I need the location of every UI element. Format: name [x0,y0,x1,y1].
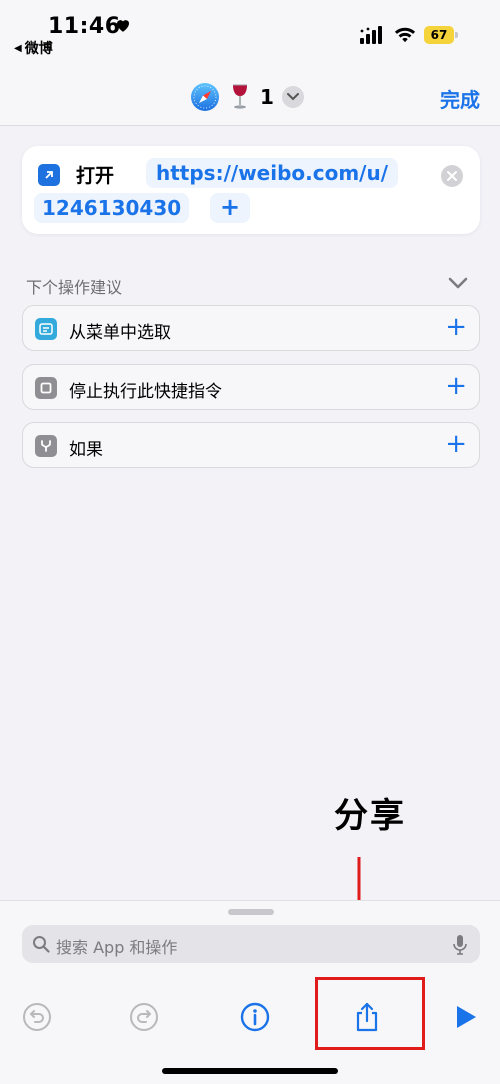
home-indicator [162,1068,338,1074]
safari-icon [191,83,219,111]
suggestion-choose-from-menu[interactable]: 从菜单中选取 + [22,305,480,351]
shortcut-title-menu[interactable]: 1 [190,82,304,112]
microphone-icon[interactable] [452,934,468,956]
status-bar: 11:46 ◀ 微博 67 [0,0,500,60]
suggestion-label: 从菜单中选取 [69,323,171,343]
wine-glass-icon [233,84,247,109]
info-button[interactable] [238,1000,272,1034]
annotation-share-label: 分享 [334,796,406,836]
undo-button[interactable] [20,1000,54,1034]
open-url-action-card: 打开 https://weibo.com/u/ 1246130430 + [22,146,480,234]
done-button[interactable]: 完成 [440,84,480,113]
open-url-icon [38,164,60,186]
suggestion-label: 停止执行此快捷指令 [69,382,222,402]
url-token-line1[interactable]: https://weibo.com/u/ [146,158,399,188]
url-token-line2[interactable]: 1246130430 [34,193,190,223]
back-to-app[interactable]: ◀ 微博 [14,38,53,58]
redo-icon [130,1003,158,1031]
search-icon [33,936,50,953]
sheet-grabber[interactable] [228,909,274,915]
clear-icon[interactable] [440,164,464,188]
menu-icon [35,318,57,340]
status-time: 11:46 [48,14,121,39]
info-icon [240,1002,270,1032]
battery-level: 67 [424,26,454,44]
run-button[interactable] [448,1000,482,1034]
suggestions-header: 下个操作建议 [26,278,123,297]
suggestion-stop-shortcut[interactable]: 停止执行此快捷指令 + [22,364,480,410]
shortcut-editor-screen: 11:46 ◀ 微博 67 1 完成 打开 https://weibo.com/… [0,0,500,1084]
chevron-down-icon[interactable] [281,86,304,108]
shortcut-title: 1 [260,85,274,109]
cellular-signal-icon [360,26,382,44]
search-placeholder: 搜索 App 和操作 [56,938,178,957]
branch-icon [35,435,57,457]
nav-bar: 1 完成 [0,60,500,126]
action-verb-label: 打开 [76,165,115,187]
redo-button[interactable] [127,1000,161,1034]
annotation-highlight-box [315,977,425,1050]
actions-bottom-sheet: 搜索 App 和操作 [0,900,500,1084]
add-parameter-button[interactable]: + [210,193,250,223]
collapse-chevron-icon[interactable] [448,276,468,290]
suggestion-if[interactable]: 如果 + [22,422,480,468]
add-suggestion-button[interactable]: + [445,371,467,401]
undo-icon [23,1003,51,1031]
add-suggestion-button[interactable]: + [445,312,467,342]
heart-icon [117,20,129,32]
play-icon [457,1006,476,1028]
stop-icon [35,377,57,399]
suggestion-label: 如果 [69,440,103,460]
back-app-label: 微博 [24,41,53,57]
add-suggestion-button[interactable]: + [445,429,467,459]
wifi-icon [394,27,416,43]
search-input[interactable]: 搜索 App 和操作 [22,925,480,963]
battery-nub [455,32,458,38]
back-triangle-icon: ◀ [14,42,22,54]
battery-indicator: 67 [424,26,458,44]
